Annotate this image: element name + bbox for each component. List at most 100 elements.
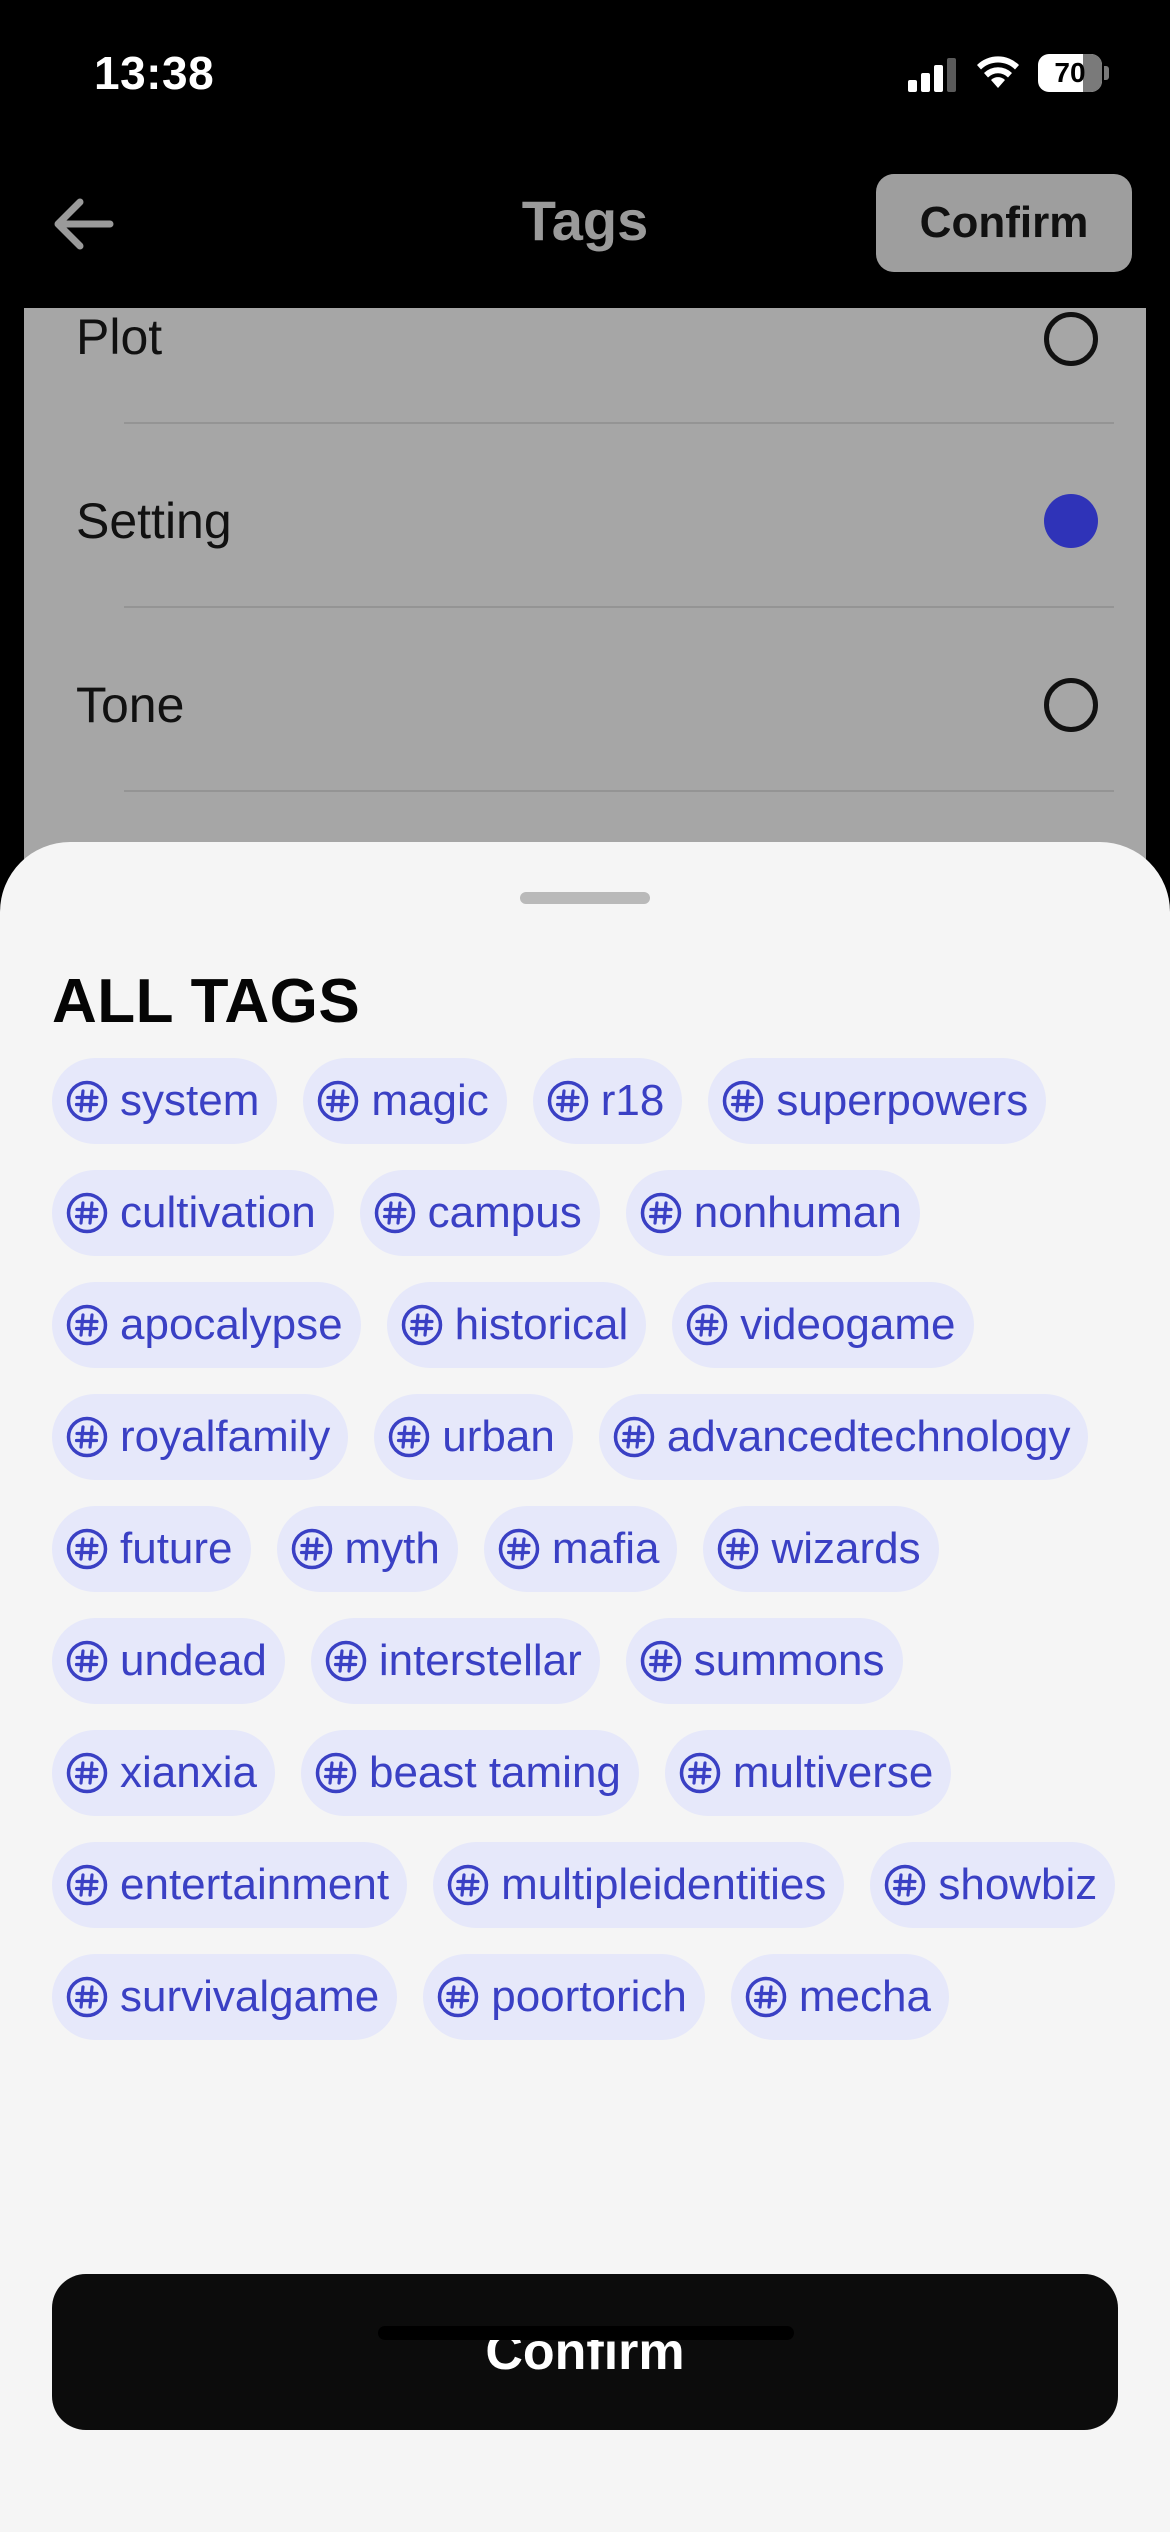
- hash-icon: [291, 1528, 332, 1570]
- hash-icon: [547, 1080, 588, 1122]
- tag-chip[interactable]: superpowers: [708, 1058, 1047, 1144]
- cellular-signal-icon: [908, 58, 956, 92]
- tag-chip[interactable]: r18: [532, 1058, 683, 1144]
- tag-chip[interactable]: showbiz: [870, 1842, 1116, 1928]
- hash-icon: [613, 1416, 655, 1458]
- tag-chip[interactable]: future: [52, 1506, 251, 1592]
- tag-chip[interactable]: multipleidentities: [433, 1842, 845, 1928]
- tag-chip[interactable]: videogame: [672, 1282, 974, 1368]
- tag-label: beast taming: [368, 1748, 621, 1797]
- battery-level: 70: [1054, 57, 1086, 88]
- tag-label: showbiz: [938, 1860, 1098, 1909]
- hash-icon: [66, 1304, 108, 1346]
- tag-chip[interactable]: entertainment: [52, 1842, 408, 1928]
- hash-icon: [374, 1192, 415, 1234]
- sheet-grabber-handle[interactable]: [520, 892, 650, 904]
- tag-chip[interactable]: apocalypse: [52, 1282, 361, 1368]
- tag-chip[interactable]: urban: [374, 1394, 573, 1480]
- hash-icon: [66, 1080, 108, 1122]
- tag-chip[interactable]: royalfamily: [52, 1394, 349, 1480]
- hash-icon: [325, 1640, 367, 1682]
- tag-label: wizards: [771, 1524, 921, 1573]
- screen: 13:38 70 Tags Confirm Plot Setting Tone …: [0, 0, 1170, 2532]
- tag-chip[interactable]: myth: [276, 1506, 458, 1592]
- tag-label: advancedtechnology: [666, 1412, 1071, 1461]
- tag-label: nonhuman: [693, 1188, 902, 1237]
- tag-label: royalfamily: [120, 1412, 331, 1461]
- tag-label: mafia: [551, 1524, 660, 1573]
- hash-icon: [318, 1080, 359, 1122]
- hash-icon: [679, 1752, 721, 1794]
- header-confirm-button[interactable]: Confirm: [876, 174, 1132, 272]
- tag-label: multiverse: [732, 1748, 934, 1797]
- tags-scroll-area[interactable]: system magic r18 superpowers cultivation camp…: [52, 1058, 1132, 2194]
- hash-icon: [686, 1304, 728, 1346]
- tag-chip[interactable]: cultivation: [52, 1170, 334, 1256]
- radio-unselected-icon[interactable]: [1044, 678, 1098, 732]
- hash-icon: [66, 1416, 108, 1458]
- hash-icon: [389, 1416, 430, 1458]
- tag-chip[interactable]: beast taming: [300, 1730, 639, 1816]
- hash-icon: [401, 1304, 442, 1346]
- tag-chip[interactable]: survivalgame: [52, 1954, 398, 2040]
- tag-chip[interactable]: mafia: [483, 1506, 678, 1592]
- list-item-tone[interactable]: Tone: [24, 608, 1146, 793]
- hash-icon: [437, 1976, 479, 2018]
- tag-label: magic: [371, 1076, 489, 1125]
- hash-icon: [66, 1752, 108, 1794]
- tag-label: xianxia: [120, 1748, 257, 1797]
- tag-label: cultivation: [120, 1188, 316, 1237]
- tag-label: r18: [600, 1076, 665, 1125]
- tag-label: myth: [344, 1524, 440, 1573]
- tag-label: videogame: [740, 1300, 956, 1349]
- tag-chip[interactable]: poortorich: [423, 1954, 705, 2040]
- hash-icon: [315, 1752, 357, 1794]
- hash-icon: [885, 1864, 926, 1906]
- tag-label: superpowers: [776, 1076, 1029, 1125]
- battery-body: 70: [1038, 54, 1102, 92]
- tags-list: system magic r18 superpowers cultivation camp…: [52, 1058, 1132, 2040]
- hash-icon: [447, 1864, 489, 1906]
- background-category-list: Plot Setting Tone: [24, 308, 1146, 868]
- radio-selected-icon[interactable]: [1044, 494, 1098, 548]
- confirm-button[interactable]: Confirm: [52, 2274, 1118, 2430]
- hash-icon: [66, 1640, 108, 1682]
- tag-label: multipleidentities: [501, 1860, 827, 1909]
- hash-icon: [718, 1528, 759, 1570]
- divider: [124, 790, 1114, 792]
- tag-label: mecha: [798, 1972, 931, 2021]
- tag-label: apocalypse: [120, 1300, 343, 1349]
- list-item-setting[interactable]: Setting: [24, 424, 1146, 609]
- hash-icon: [66, 1976, 108, 2018]
- tag-label: entertainment: [120, 1860, 390, 1909]
- tag-chip[interactable]: xianxia: [52, 1730, 275, 1816]
- tag-chip[interactable]: magic: [303, 1058, 507, 1144]
- tag-chip[interactable]: undead: [52, 1618, 285, 1704]
- tag-chip[interactable]: interstellar: [310, 1618, 600, 1704]
- battery-tip: [1104, 66, 1109, 80]
- tag-chip[interactable]: summons: [625, 1618, 903, 1704]
- hash-icon: [640, 1640, 682, 1682]
- tag-chip[interactable]: nonhuman: [625, 1170, 920, 1256]
- tag-label: interstellar: [378, 1636, 582, 1685]
- hash-icon: [745, 1976, 787, 2018]
- tag-chip[interactable]: wizards: [703, 1506, 939, 1592]
- status-bar: 13:38 70: [0, 0, 1170, 150]
- tag-chip[interactable]: multiverse: [664, 1730, 952, 1816]
- tag-label: summons: [693, 1636, 885, 1685]
- tag-chip[interactable]: advancedtechnology: [598, 1394, 1089, 1480]
- tag-chip[interactable]: campus: [359, 1170, 600, 1256]
- tag-label: undead: [120, 1636, 267, 1685]
- tag-chip[interactable]: system: [52, 1058, 278, 1144]
- tag-label: urban: [442, 1412, 555, 1461]
- hash-icon: [66, 1192, 108, 1234]
- radio-unselected-icon[interactable]: [1044, 312, 1098, 366]
- all-tags-bottom-sheet: ALL TAGS system magic r18 superpowers cultiv…: [0, 842, 1170, 2532]
- hash-icon: [66, 1528, 108, 1570]
- list-item-label: Plot: [76, 309, 163, 365]
- home-indicator: [378, 2326, 794, 2340]
- hash-icon: [66, 1864, 108, 1906]
- tag-chip[interactable]: historical: [386, 1282, 647, 1368]
- tag-label: survivalgame: [120, 1972, 380, 2021]
- tag-chip[interactable]: mecha: [730, 1954, 949, 2040]
